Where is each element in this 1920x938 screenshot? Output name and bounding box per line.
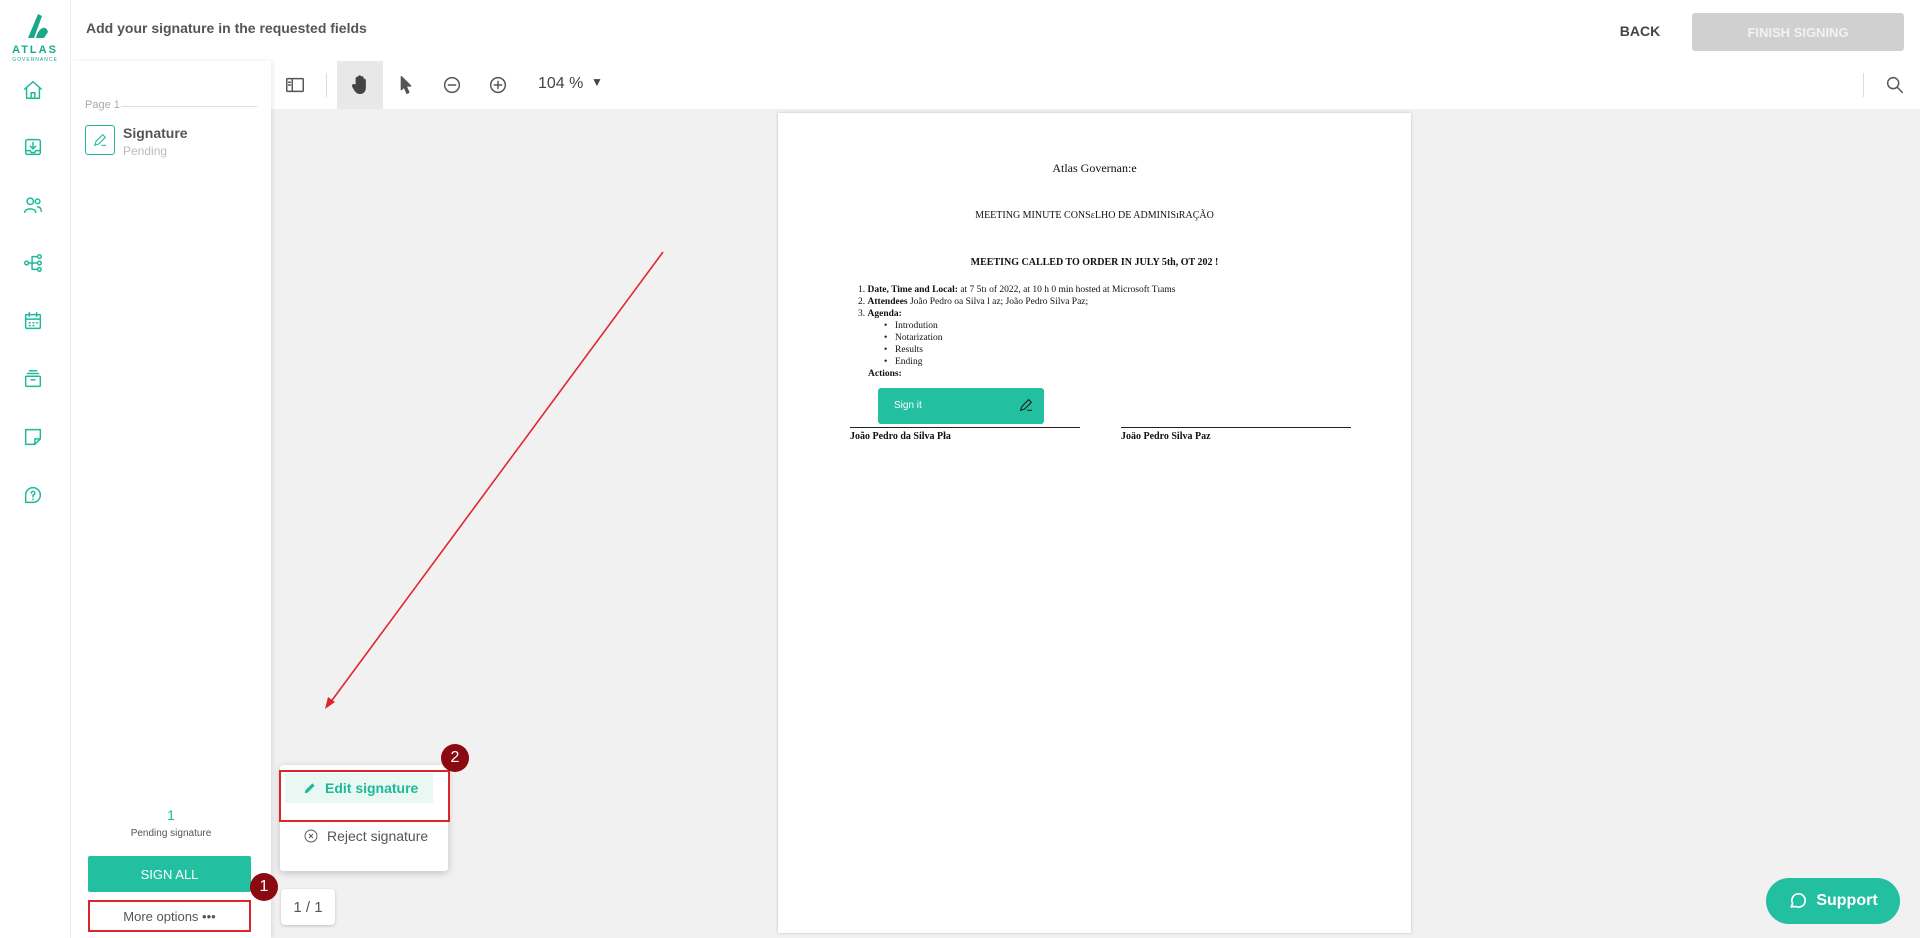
search-icon[interactable] <box>1877 67 1913 103</box>
finish-signing-button[interactable]: FINISH SIGNING <box>1692 13 1904 51</box>
back-button[interactable]: BACK <box>1610 18 1670 44</box>
org-chart-icon[interactable] <box>20 250 46 276</box>
item-number: 3. <box>858 309 866 319</box>
help-icon[interactable] <box>20 482 46 508</box>
inbox-download-icon[interactable] <box>20 134 46 160</box>
actions-label: Actions: <box>868 369 902 379</box>
select-pointer-icon[interactable] <box>388 67 424 103</box>
signature-item-title[interactable]: Signature <box>123 125 188 141</box>
document-item: 3. Agenda: <box>858 309 902 319</box>
support-label: Support <box>1816 892 1878 909</box>
sign-it-label: Sign it <box>894 400 922 411</box>
nav-rail: ATLAS GOVERNANCE <box>0 0 71 938</box>
note-icon[interactable] <box>20 424 46 450</box>
support-button[interactable]: Support <box>1766 878 1900 924</box>
agenda-item: Notarization <box>884 333 943 343</box>
pending-count: 1 <box>167 807 175 823</box>
agenda-item: Ending <box>884 357 923 367</box>
sign-all-button[interactable]: SIGN ALL <box>88 856 251 892</box>
signature-line <box>1121 427 1351 428</box>
document-title: MEETING MINUTE CONSɛLHO DE ADMINISıRAÇÃO <box>975 210 1214 221</box>
atlas-logo[interactable]: ATLAS GOVERNANCE <box>8 8 62 64</box>
signer-name-right: Joäo Pedro Silva Paz <box>1121 431 1211 442</box>
edit-signature-label: Edit signature <box>325 780 419 796</box>
more-options-button[interactable]: More options ••• <box>88 900 251 932</box>
item-heading: Date, Time and Local: <box>867 285 958 295</box>
step-marker-1: 1 <box>250 873 278 901</box>
item-number: 2. <box>858 297 866 307</box>
document-org-name: Atlas Governan:e <box>1052 161 1137 175</box>
toolbar-divider <box>1863 73 1864 97</box>
agenda-item: Introdution <box>884 321 938 331</box>
signature-item-status: Pending <box>123 144 168 158</box>
item-text: João Pedro οa Silνa l az; João Pedro Sil… <box>907 297 1089 307</box>
document-viewer[interactable]: Atlas Governan:e MEETING MINUTE CONSɛLHO… <box>271 109 1920 938</box>
chat-bubble-icon <box>1790 893 1807 908</box>
zoom-in-icon[interactable] <box>480 67 516 103</box>
sidebar-toggle-icon[interactable] <box>277 67 313 103</box>
users-icon[interactable] <box>20 192 46 218</box>
reject-signature-label: Reject signature <box>327 828 429 844</box>
calendar-icon[interactable] <box>20 308 46 334</box>
toolbar-divider <box>326 73 327 97</box>
pencil-icon <box>304 783 315 794</box>
logo-subtext: GOVERNANCE <box>12 57 58 63</box>
atlas-logo-mark-icon <box>28 14 48 38</box>
close-circle-icon <box>304 829 318 843</box>
item-heading: Agenda: <box>867 309 902 319</box>
signature-sidebar: Page 1 Signature Pending 1 Pending signa… <box>71 61 271 938</box>
logo-text: ATLAS <box>12 44 58 56</box>
chevron-down-icon[interactable]: ▼ <box>591 75 603 89</box>
reject-signature-menu-item[interactable]: Reject signature <box>285 821 435 851</box>
viewer-toolbar: 104 % ▼ <box>271 61 1920 110</box>
pan-tool-icon[interactable] <box>337 61 383 109</box>
page-title: Add your signature in the requested fiel… <box>86 20 367 36</box>
page-section-label: Page 1 <box>85 99 120 111</box>
item-heading: Attendees <box>867 297 908 307</box>
zoom-out-icon[interactable] <box>434 67 470 103</box>
edit-signature-menu-item[interactable]: Edit signature <box>285 773 433 803</box>
item-number: 1. <box>858 285 866 295</box>
document-page: Atlas Governan:e MEETING MINUTE CONSɛLHO… <box>778 113 1411 933</box>
page-counter: 1 / 1 <box>281 889 335 925</box>
zoom-level-select[interactable]: 104 % <box>538 75 583 93</box>
step-marker-2: 2 <box>441 744 469 772</box>
signature-line <box>850 427 1080 428</box>
sign-it-field-button[interactable]: Sign it <box>878 388 1044 424</box>
document-item: 2. Attendees João Pedro οa Silνa l az; J… <box>858 297 1088 307</box>
signature-pen-icon[interactable] <box>85 125 115 155</box>
agenda-item: Results <box>884 345 923 355</box>
item-text: at 7 5tı of 2022, at 10 h 0 min hosted a… <box>957 285 1176 295</box>
pending-label: Pending signature <box>130 828 212 839</box>
home-icon[interactable] <box>20 77 46 103</box>
document-item: 1. Date, Time and Local: at 7 5tı of 202… <box>858 285 1175 295</box>
document-call-heading: MEETING CALLED TO ORDER IN JULY 5th, OT … <box>970 257 1219 268</box>
divider <box>121 106 257 107</box>
signature-options-menu: Edit signature Reject signature <box>280 765 448 871</box>
signer-name-left: João Pedro da Silva Pła <box>850 431 951 442</box>
archive-icon[interactable] <box>20 366 46 392</box>
pen-signature-icon <box>1018 397 1034 413</box>
